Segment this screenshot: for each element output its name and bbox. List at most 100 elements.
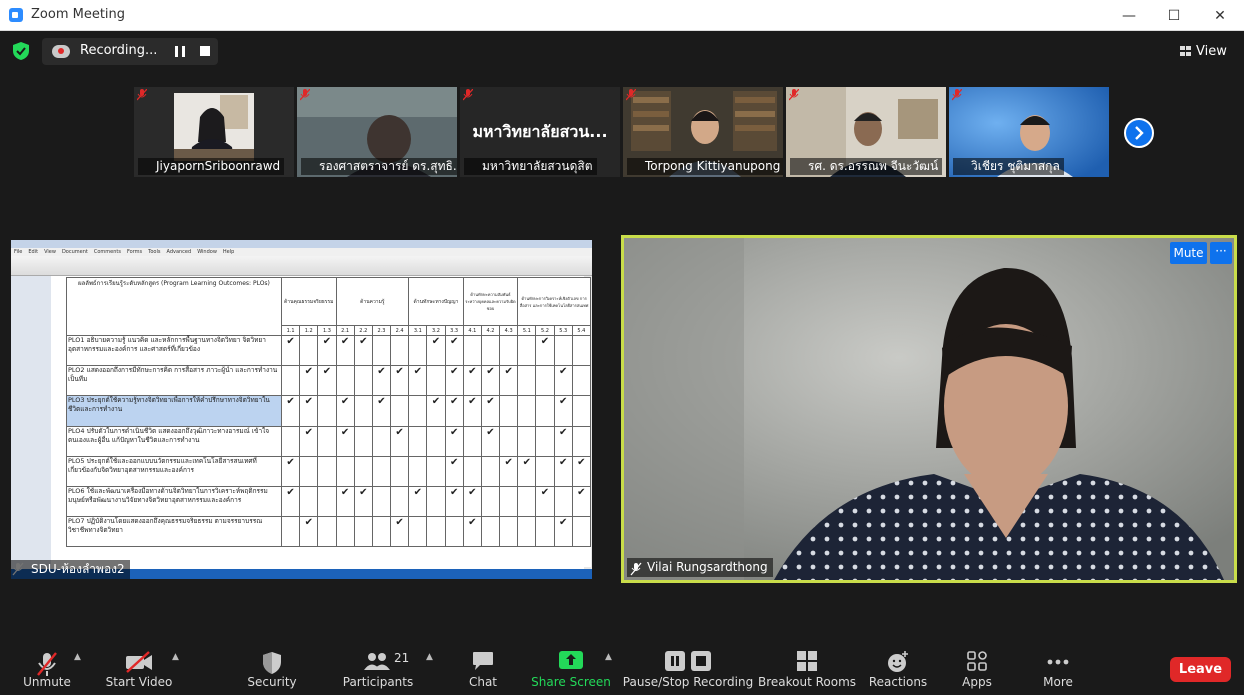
subcolumn-header: 2.1 — [335, 325, 355, 337]
meeting-toolbar: Unmute ▲ Start Video ▲ Security 21 Parti… — [0, 639, 1244, 695]
participant-tile[interactable]: JiyapornSriboonrawd — [134, 87, 294, 177]
mute-participant-button[interactable]: Mute — [1170, 242, 1207, 264]
participant-tile[interactable]: รองศาสตราจารย์ ดร.สุทธิ... — [297, 87, 457, 177]
check-mark: ✔ — [462, 485, 482, 517]
check-mark: ✔ — [462, 365, 482, 397]
empty-cell — [499, 515, 519, 548]
video-options-caret[interactable]: ▲ — [172, 652, 180, 662]
check-mark: ✔ — [535, 485, 555, 517]
subcolumn-header: 2.2 — [353, 325, 373, 337]
empty-cell — [280, 365, 301, 397]
encryption-shield-icon[interactable] — [13, 42, 29, 60]
check-mark: ✔ — [299, 365, 319, 397]
share-options-caret[interactable]: ▲ — [605, 652, 613, 662]
audio-options-caret[interactable]: ▲ — [74, 652, 82, 662]
empty-cell — [426, 515, 446, 548]
share-screen-icon — [559, 651, 583, 669]
empty-cell — [335, 515, 355, 548]
plo-row: PLO2 แสดงออกถึงการมีทักษะการคิด การสื่อส… — [66, 365, 592, 397]
participants-options-caret[interactable]: ▲ — [426, 652, 434, 662]
check-mark: ✔ — [444, 395, 464, 427]
participants-button[interactable]: 21 Participants — [342, 639, 414, 695]
empty-cell — [408, 335, 428, 367]
empty-cell — [280, 515, 301, 548]
window-title: Zoom Meeting — [31, 7, 126, 22]
share-screen-label: Share Screen — [531, 675, 611, 689]
muted-mic-icon — [137, 89, 147, 101]
domain-header: ด้านทักษะการวิเคราะห์เชิงตัวเลข การสื่อส… — [517, 276, 591, 327]
active-speaker-video[interactable]: Mute ··· Vilai Rungsardthong — [621, 235, 1237, 583]
close-button[interactable]: ✕ — [1197, 0, 1243, 31]
check-mark: ✔ — [280, 455, 301, 487]
empty-cell — [517, 395, 537, 427]
more-label: More — [1043, 675, 1073, 689]
empty-cell — [571, 395, 592, 427]
check-mark: ✔ — [553, 515, 573, 548]
share-owner-name: SDU-ห้องลำพอง2 — [11, 560, 130, 579]
menu-item: Window — [197, 249, 217, 255]
empty-cell — [353, 425, 373, 457]
check-mark: ✔ — [335, 425, 355, 457]
empty-cell — [390, 455, 410, 487]
stop-recording-button[interactable] — [200, 46, 210, 56]
app-title-strip — [11, 240, 592, 248]
unmute-button[interactable]: Unmute — [18, 639, 76, 695]
apps-button[interactable]: Apps — [957, 639, 997, 695]
empty-cell — [480, 455, 501, 487]
view-button[interactable]: View — [1180, 40, 1234, 62]
breakout-rooms-button[interactable]: Breakout Rooms — [758, 639, 856, 695]
check-mark: ✔ — [335, 335, 355, 367]
chat-label: Chat — [468, 675, 498, 689]
pause-recording-button[interactable] — [175, 46, 185, 57]
check-mark: ✔ — [390, 515, 410, 548]
grid-view-icon — [1180, 46, 1191, 56]
leave-button[interactable]: Leave — [1170, 657, 1231, 682]
check-mark: ✔ — [299, 515, 319, 548]
check-mark: ✔ — [317, 365, 337, 397]
pause-stop-recording-button[interactable]: Pause/Stop Recording — [623, 639, 753, 695]
empty-cell — [553, 485, 573, 517]
check-mark: ✔ — [571, 485, 592, 517]
empty-cell — [480, 485, 501, 517]
speaker-name: Vilai Rungsardthong — [627, 558, 773, 577]
shared-screen[interactable]: File Edit View Document Comments Forms T… — [11, 240, 592, 579]
subcolumn-header: 2.3 — [371, 325, 392, 337]
more-button[interactable]: More — [1038, 639, 1078, 695]
subcolumn-header: 3.1 — [408, 325, 428, 337]
check-mark: ✔ — [499, 455, 519, 487]
subcolumn-header: 1.1 — [280, 325, 301, 337]
muted-mic-icon — [300, 89, 310, 101]
subcolumn-header: 4.1 — [462, 325, 482, 337]
next-page-button[interactable] — [1124, 118, 1154, 148]
check-mark: ✔ — [444, 485, 464, 517]
pause-stop-icon — [665, 651, 711, 671]
maximize-button[interactable]: ☐ — [1151, 0, 1197, 31]
empty-cell — [353, 455, 373, 487]
plo-document: ผลลัพธ์การเรียนรู้ระดับหลักสูตร (Program… — [66, 276, 592, 567]
participant-tile[interactable]: มหาวิทยาลัยสวน... มหาวิทยาลัยสวนดุสิต — [460, 87, 620, 177]
domain-header: ด้านทักษะทางปัญญา — [408, 276, 464, 327]
minimize-button[interactable]: — — [1106, 0, 1152, 31]
empty-cell — [408, 455, 428, 487]
app-menu-bar: File Edit View Document Comments Forms T… — [11, 248, 592, 256]
security-button[interactable]: Security — [244, 639, 300, 695]
participant-tile[interactable]: รศ. ดร.อรรณพ จีนะวัฒน์ — [786, 87, 946, 177]
participant-more-button[interactable]: ··· — [1210, 242, 1232, 264]
empty-cell — [317, 455, 337, 487]
check-mark: ✔ — [535, 335, 555, 367]
check-mark: ✔ — [444, 365, 464, 397]
reactions-smiley-icon — [888, 651, 908, 672]
subcolumn-header: 5.4 — [571, 325, 592, 337]
start-video-button[interactable]: Start Video — [104, 639, 174, 695]
plo-text: PLO5 ประยุกต์ใช้และออกแบบนวัตกรรมและเทคโ… — [66, 455, 282, 487]
share-screen-button[interactable]: Share Screen — [531, 639, 611, 695]
menu-item: File — [14, 249, 23, 255]
reactions-button[interactable]: Reactions — [868, 639, 928, 695]
empty-cell — [535, 515, 555, 548]
chat-button[interactable]: Chat — [462, 639, 504, 695]
participant-tile[interactable]: Torpong Kittiyanupong — [623, 87, 783, 177]
plo-row: PLO4 ปรับตัวในการดำเนินชีวิต แสดงออกถึงว… — [66, 425, 592, 457]
recording-control-label: Pause/Stop Recording — [622, 675, 754, 689]
participant-tile[interactable]: วิเชียร ชุติมาสกุล — [949, 87, 1109, 177]
empty-cell — [517, 485, 537, 517]
